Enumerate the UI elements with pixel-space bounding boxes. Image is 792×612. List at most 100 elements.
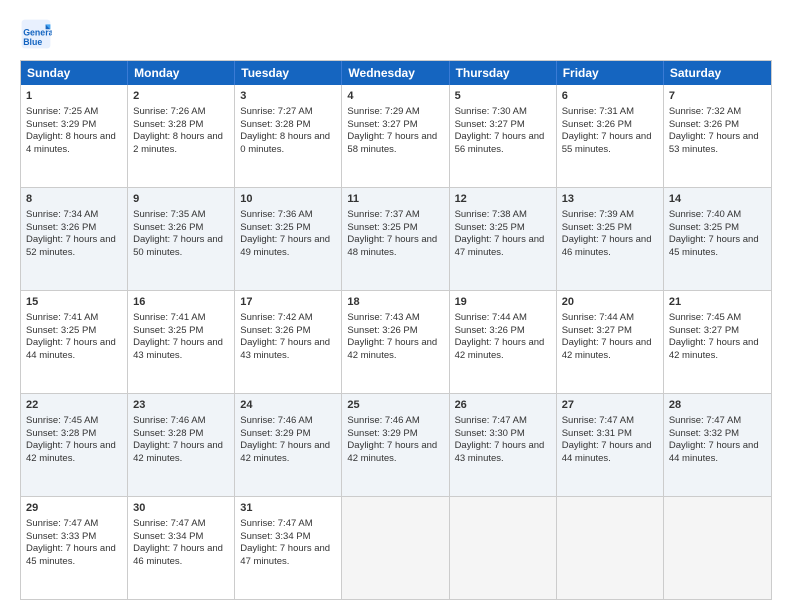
sunset-label: Sunset: 3:25 PM [562,222,632,233]
daylight-label: Daylight: 7 hours and 56 minutes. [455,131,545,155]
sunset-label: Sunset: 3:25 PM [240,222,310,233]
daylight-label: Daylight: 7 hours and 52 minutes. [26,234,116,258]
calendar-row: 8 Sunrise: 7:34 AM Sunset: 3:26 PM Dayli… [21,187,771,290]
sunrise-label: Sunrise: 7:47 AM [240,518,312,529]
sunrise-label: Sunrise: 7:43 AM [347,312,419,323]
sunrise-label: Sunrise: 7:44 AM [562,312,634,323]
day-number: 24 [240,398,336,413]
calendar-cell: 31 Sunrise: 7:47 AM Sunset: 3:34 PM Dayl… [235,497,342,599]
daylight-label: Daylight: 8 hours and 4 minutes. [26,131,116,155]
day-number: 12 [455,192,551,207]
calendar-cell: 27 Sunrise: 7:47 AM Sunset: 3:31 PM Dayl… [557,394,664,496]
daylight-label: Daylight: 7 hours and 42 minutes. [347,440,437,464]
sunset-label: Sunset: 3:30 PM [455,428,525,439]
calendar-cell: 4 Sunrise: 7:29 AM Sunset: 3:27 PM Dayli… [342,85,449,187]
sunset-label: Sunset: 3:33 PM [26,531,96,542]
sunset-label: Sunset: 3:25 PM [347,222,417,233]
calendar-cell: 1 Sunrise: 7:25 AM Sunset: 3:29 PM Dayli… [21,85,128,187]
sunrise-label: Sunrise: 7:47 AM [455,415,527,426]
calendar-cell: 6 Sunrise: 7:31 AM Sunset: 3:26 PM Dayli… [557,85,664,187]
calendar-row: 1 Sunrise: 7:25 AM Sunset: 3:29 PM Dayli… [21,85,771,187]
day-number: 15 [26,295,122,310]
sunrise-label: Sunrise: 7:47 AM [133,518,205,529]
calendar-cell [342,497,449,599]
sunrise-label: Sunrise: 7:41 AM [26,312,98,323]
daylight-label: Daylight: 7 hours and 42 minutes. [240,440,330,464]
calendar-cell: 26 Sunrise: 7:47 AM Sunset: 3:30 PM Dayl… [450,394,557,496]
calendar-cell: 23 Sunrise: 7:46 AM Sunset: 3:28 PM Dayl… [128,394,235,496]
sunrise-label: Sunrise: 7:47 AM [26,518,98,529]
sunset-label: Sunset: 3:26 PM [669,119,739,130]
sunrise-label: Sunrise: 7:38 AM [455,209,527,220]
day-number: 11 [347,192,443,207]
sunrise-label: Sunrise: 7:34 AM [26,209,98,220]
sunset-label: Sunset: 3:25 PM [455,222,525,233]
calendar-day-header: Monday [128,61,235,85]
sunrise-label: Sunrise: 7:39 AM [562,209,634,220]
calendar-cell: 17 Sunrise: 7:42 AM Sunset: 3:26 PM Dayl… [235,291,342,393]
day-number: 22 [26,398,122,413]
calendar-cell: 28 Sunrise: 7:47 AM Sunset: 3:32 PM Dayl… [664,394,771,496]
calendar-cell: 8 Sunrise: 7:34 AM Sunset: 3:26 PM Dayli… [21,188,128,290]
sunrise-label: Sunrise: 7:36 AM [240,209,312,220]
daylight-label: Daylight: 7 hours and 42 minutes. [455,337,545,361]
header: General Blue [20,18,772,50]
sunrise-label: Sunrise: 7:37 AM [347,209,419,220]
calendar-cell: 11 Sunrise: 7:37 AM Sunset: 3:25 PM Dayl… [342,188,449,290]
calendar-cell: 13 Sunrise: 7:39 AM Sunset: 3:25 PM Dayl… [557,188,664,290]
sunset-label: Sunset: 3:26 PM [240,325,310,336]
day-number: 10 [240,192,336,207]
sunset-label: Sunset: 3:29 PM [347,428,417,439]
calendar-row: 15 Sunrise: 7:41 AM Sunset: 3:25 PM Dayl… [21,290,771,393]
sunset-label: Sunset: 3:28 PM [240,119,310,130]
sunset-label: Sunset: 3:27 PM [669,325,739,336]
sunrise-label: Sunrise: 7:41 AM [133,312,205,323]
calendar-cell: 30 Sunrise: 7:47 AM Sunset: 3:34 PM Dayl… [128,497,235,599]
calendar-cell: 20 Sunrise: 7:44 AM Sunset: 3:27 PM Dayl… [557,291,664,393]
sunrise-label: Sunrise: 7:40 AM [669,209,741,220]
sunset-label: Sunset: 3:28 PM [133,119,203,130]
page: General Blue SundayMondayTuesdayWednesda… [0,0,792,612]
sunset-label: Sunset: 3:27 PM [455,119,525,130]
day-number: 1 [26,89,122,104]
calendar-cell: 3 Sunrise: 7:27 AM Sunset: 3:28 PM Dayli… [235,85,342,187]
sunset-label: Sunset: 3:26 PM [133,222,203,233]
daylight-label: Daylight: 7 hours and 47 minutes. [240,543,330,567]
sunrise-label: Sunrise: 7:46 AM [347,415,419,426]
calendar-row: 22 Sunrise: 7:45 AM Sunset: 3:28 PM Dayl… [21,393,771,496]
daylight-label: Daylight: 7 hours and 43 minutes. [455,440,545,464]
day-number: 30 [133,501,229,516]
svg-text:Blue: Blue [23,37,42,47]
calendar-cell: 7 Sunrise: 7:32 AM Sunset: 3:26 PM Dayli… [664,85,771,187]
day-number: 20 [562,295,658,310]
calendar-cell: 9 Sunrise: 7:35 AM Sunset: 3:26 PM Dayli… [128,188,235,290]
sunset-label: Sunset: 3:29 PM [26,119,96,130]
sunrise-label: Sunrise: 7:47 AM [669,415,741,426]
calendar-cell: 24 Sunrise: 7:46 AM Sunset: 3:29 PM Dayl… [235,394,342,496]
daylight-label: Daylight: 7 hours and 49 minutes. [240,234,330,258]
calendar-cell: 25 Sunrise: 7:46 AM Sunset: 3:29 PM Dayl… [342,394,449,496]
logo-icon: General Blue [20,18,52,50]
calendar-cell [557,497,664,599]
sunset-label: Sunset: 3:34 PM [133,531,203,542]
calendar-header: SundayMondayTuesdayWednesdayThursdayFrid… [21,61,771,85]
sunrise-label: Sunrise: 7:47 AM [562,415,634,426]
logo: General Blue [20,18,56,50]
day-number: 4 [347,89,443,104]
calendar-cell: 15 Sunrise: 7:41 AM Sunset: 3:25 PM Dayl… [21,291,128,393]
calendar-cell: 18 Sunrise: 7:43 AM Sunset: 3:26 PM Dayl… [342,291,449,393]
sunset-label: Sunset: 3:25 PM [669,222,739,233]
daylight-label: Daylight: 7 hours and 58 minutes. [347,131,437,155]
calendar-day-header: Sunday [21,61,128,85]
day-number: 6 [562,89,658,104]
daylight-label: Daylight: 7 hours and 44 minutes. [669,440,759,464]
daylight-label: Daylight: 7 hours and 45 minutes. [26,543,116,567]
day-number: 5 [455,89,551,104]
daylight-label: Daylight: 8 hours and 2 minutes. [133,131,223,155]
daylight-label: Daylight: 7 hours and 53 minutes. [669,131,759,155]
daylight-label: Daylight: 7 hours and 55 minutes. [562,131,652,155]
sunrise-label: Sunrise: 7:27 AM [240,106,312,117]
calendar-day-header: Friday [557,61,664,85]
calendar-day-header: Saturday [664,61,771,85]
daylight-label: Daylight: 7 hours and 48 minutes. [347,234,437,258]
